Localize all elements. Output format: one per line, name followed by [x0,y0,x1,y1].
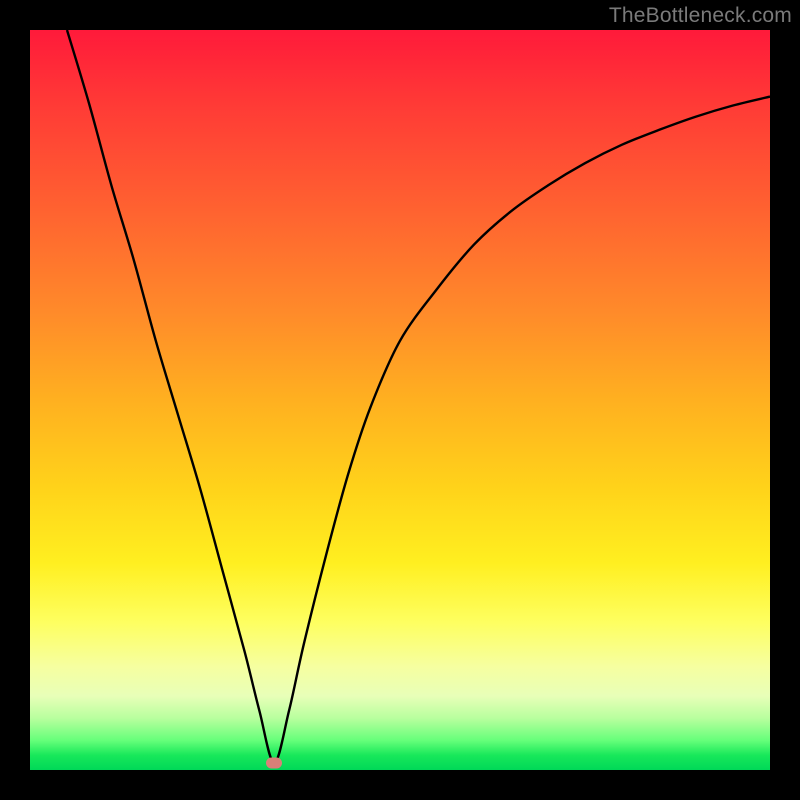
bottleneck-curve-path [67,30,770,763]
bottleneck-curve-svg [30,30,770,770]
plot-area [30,30,770,770]
chart-stage: TheBottleneck.com [0,0,800,800]
optimal-marker [266,757,282,768]
watermark-text: TheBottleneck.com [609,4,792,28]
